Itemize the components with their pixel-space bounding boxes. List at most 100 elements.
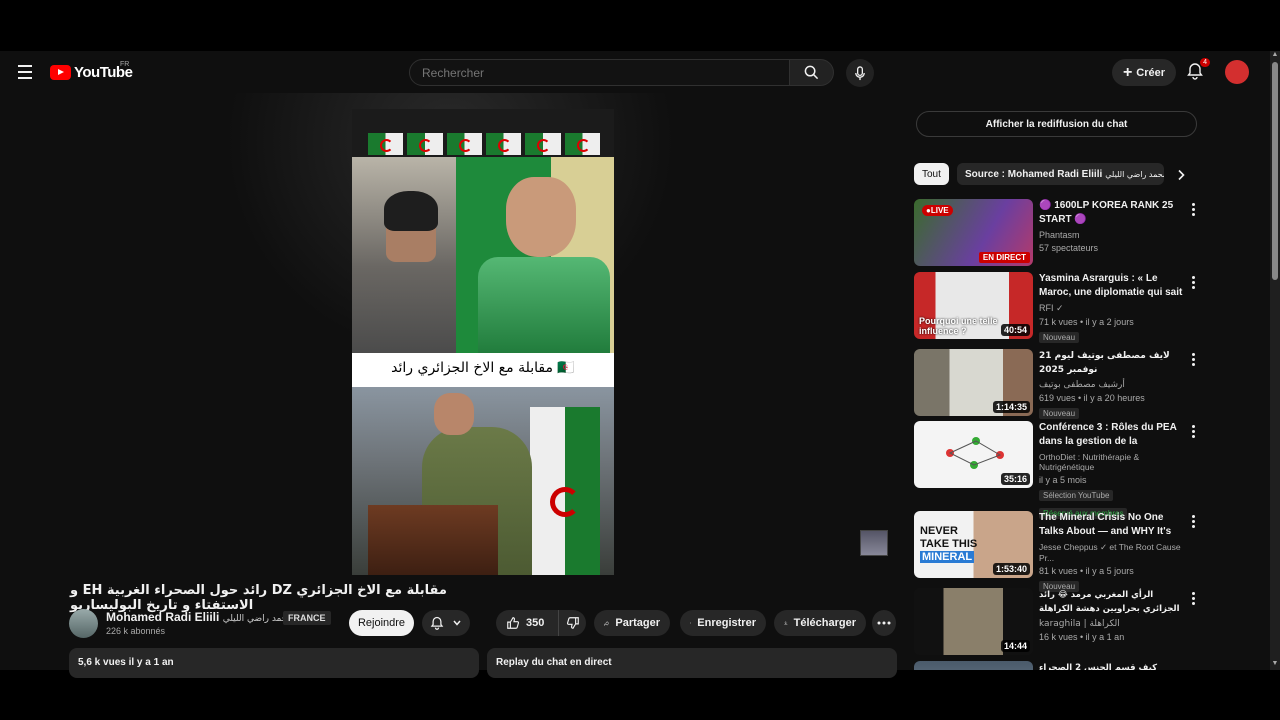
guest-panel: [352, 157, 456, 357]
live-badge-top: ●LIVE: [922, 205, 953, 216]
like-count: 350: [526, 617, 545, 629]
chevron-right-icon[interactable]: [1176, 168, 1186, 186]
new-badge: Nouveau: [1039, 332, 1080, 343]
show-chat-replay-button[interactable]: Afficher la rediffusion du chat: [916, 111, 1197, 137]
more-vertical-icon[interactable]: [1192, 353, 1196, 368]
thumbnail-text: Pourquoi une telle influence ?: [919, 316, 998, 336]
channel-watermark[interactable]: [860, 530, 888, 556]
dislike-button[interactable]: [558, 610, 586, 636]
chip-all[interactable]: Tout: [914, 163, 949, 185]
recommendation-item[interactable]: ●LIVE EN DIRECT 🟣 1600LP KOREA RANK 25 S…: [914, 199, 1198, 267]
host-panel: [456, 157, 614, 357]
description-box[interactable]: 5,6 k vues il y a 1 an: [69, 648, 479, 678]
video-channel[interactable]: Jesse Cheppus ✓ et The Root Cause Pr...: [1039, 542, 1187, 563]
video-title[interactable]: The Mineral Crisis No One Talks About — …: [1039, 511, 1187, 539]
share-icon: [604, 620, 610, 626]
video-player[interactable]: مقابلة مع الاخ الجزائري رائد 🇩🇿: [0, 93, 900, 576]
video-channel[interactable]: RFI ✓: [1039, 303, 1187, 314]
host-shirt: [478, 257, 610, 357]
video-thumbnail[interactable]: ●LIVE EN DIRECT: [914, 199, 1033, 266]
more-vertical-icon[interactable]: [1192, 592, 1196, 607]
recommendation-item[interactable]: كيف قسم الجنس 2 الصحراء الغربية مع: [914, 661, 1198, 670]
recommendation-item[interactable]: Pourquoi une telle influence ? 40:54 Yasm…: [914, 272, 1198, 343]
account-avatar[interactable]: [1225, 60, 1249, 84]
chevron-down-icon: [453, 620, 461, 626]
scrollbar-thumb[interactable]: [1272, 62, 1278, 280]
notification-badge: 4: [1200, 58, 1210, 67]
video-channel[interactable]: karaghila | الكراهلة: [1039, 619, 1187, 629]
channel-name-text: Mohamed Radi Eliili: [106, 610, 220, 624]
channel-avatar[interactable]: [69, 609, 98, 638]
search-button[interactable]: [790, 59, 834, 86]
recommendation-item[interactable]: 35:16 Conférence 3 : Rôles du PEA dans l…: [914, 421, 1198, 519]
video-meta: 619 vues • il y a 20 heures: [1039, 393, 1145, 403]
search-input[interactable]: [410, 60, 789, 86]
youtube-logo[interactable]: YouTube FR: [50, 61, 133, 81]
search-icon: [804, 65, 819, 80]
video-meta: 81 k vues • il y a 5 jours: [1039, 566, 1134, 576]
video-title[interactable]: لايف مصطفى بوتيف ليوم 21 نوفمبر 2025: [1039, 349, 1187, 377]
scroll-down-arrow[interactable]: ▼: [1271, 660, 1279, 668]
like-button[interactable]: 350: [496, 610, 558, 636]
recommendation-item[interactable]: NEVER TAKE THIS MINERAL 1:53:40 The Minera…: [914, 511, 1198, 592]
live-tag: EN DIRECT: [978, 252, 1030, 263]
host-face: [506, 177, 576, 257]
video-thumbnail[interactable]: 1:14:35: [914, 349, 1033, 416]
recommendation-item[interactable]: 14:44 الرأي المغربي مرمد 😂 رائد الجزائري…: [914, 588, 1198, 656]
video-channel[interactable]: Phantasm: [1039, 230, 1187, 240]
video-title[interactable]: كيف قسم الجنس 2 الصحراء الغربية مع: [1039, 661, 1187, 670]
more-actions-button[interactable]: [872, 610, 896, 636]
more-vertical-icon[interactable]: [1192, 276, 1196, 291]
create-button[interactable]: + Créer: [1112, 59, 1176, 86]
video-duration: 1:53:40: [992, 563, 1030, 575]
more-vertical-icon[interactable]: [1192, 425, 1196, 440]
video-thumbnail[interactable]: [914, 661, 1033, 670]
video-channel[interactable]: أرشيف مصطفى بوتيف: [1039, 380, 1187, 390]
search-box[interactable]: [409, 59, 790, 86]
flag-icon: [530, 407, 600, 575]
subscription-bell-button[interactable]: [422, 610, 470, 636]
voice-search-button[interactable]: [846, 59, 874, 87]
menu-icon[interactable]: [18, 65, 32, 83]
chip-source-arabic: محمد راضي الليلي: [1105, 169, 1164, 179]
thumbs-up-icon: [507, 617, 520, 629]
channel-name-arabic: محمد راضي الليلي: [222, 614, 293, 624]
podium: [368, 505, 498, 575]
video-thumbnail[interactable]: 35:16: [914, 421, 1033, 488]
thumbnail-text: NEVER TAKE THIS MINERAL: [920, 525, 978, 563]
more-vertical-icon[interactable]: [1192, 203, 1196, 218]
join-button[interactable]: Rejoindre: [349, 610, 414, 636]
notifications-button[interactable]: 4: [1186, 58, 1210, 82]
video-channel[interactable]: OrthoDiet : Nutrithérapie & Nutrigénétiq…: [1039, 452, 1187, 472]
more-vertical-icon[interactable]: [1192, 515, 1196, 530]
video-title[interactable]: Conférence 3 : Rôles du PEA dans la gest…: [1039, 421, 1187, 449]
save-button[interactable]: Enregistrer: [680, 610, 766, 636]
save-label: Enregistrer: [697, 617, 756, 629]
recommendation-item[interactable]: 1:14:35 لايف مصطفى بوتيف ليوم 21 نوفمبر …: [914, 349, 1198, 419]
download-button[interactable]: Télécharger: [774, 610, 866, 636]
video-title[interactable]: Yasmina Asrarguis : « Le Maroc, une dipl…: [1039, 272, 1187, 300]
flag-icon: [368, 133, 404, 155]
more-horizontal-icon: [877, 621, 891, 625]
video-thumbnail[interactable]: Pourquoi une telle influence ? 40:54: [914, 272, 1033, 339]
bell-icon: [430, 616, 444, 630]
video-meta: 16 k vues • il y a 1 an: [1039, 632, 1125, 642]
bookmark-icon: [690, 622, 692, 624]
video-thumbnail[interactable]: 14:44: [914, 588, 1033, 655]
share-label: Partager: [615, 617, 660, 629]
flag-icon: [407, 133, 443, 155]
scroll-up-arrow[interactable]: ▲: [1271, 51, 1279, 59]
share-button[interactable]: Partager: [594, 610, 670, 636]
video-title[interactable]: الرأي المغربي مرمد 😂 رائد الجزائري بحراو…: [1039, 588, 1187, 616]
diagram-thumbnail-icon: [946, 437, 1004, 469]
video-meta: il y a 5 mois: [1039, 475, 1087, 485]
video-title[interactable]: 🟣 1600LP KOREA RANK 25 START 🟣: [1039, 199, 1187, 227]
download-label: Télécharger: [793, 617, 856, 629]
chat-replay-panel[interactable]: Replay du chat en direct: [487, 648, 897, 678]
new-badge: Nouveau: [1039, 408, 1080, 419]
chip-source[interactable]: Source : Mohamed Radi Eliili محمد راضي ا…: [957, 163, 1164, 185]
plus-icon: +: [1122, 63, 1133, 81]
video-thumbnail[interactable]: NEVER TAKE THIS MINERAL 1:53:40: [914, 511, 1033, 578]
create-label: Créer: [1136, 66, 1166, 79]
channel-name[interactable]: Mohamed Radi Eliili محمد راضي الليلي: [106, 610, 292, 624]
